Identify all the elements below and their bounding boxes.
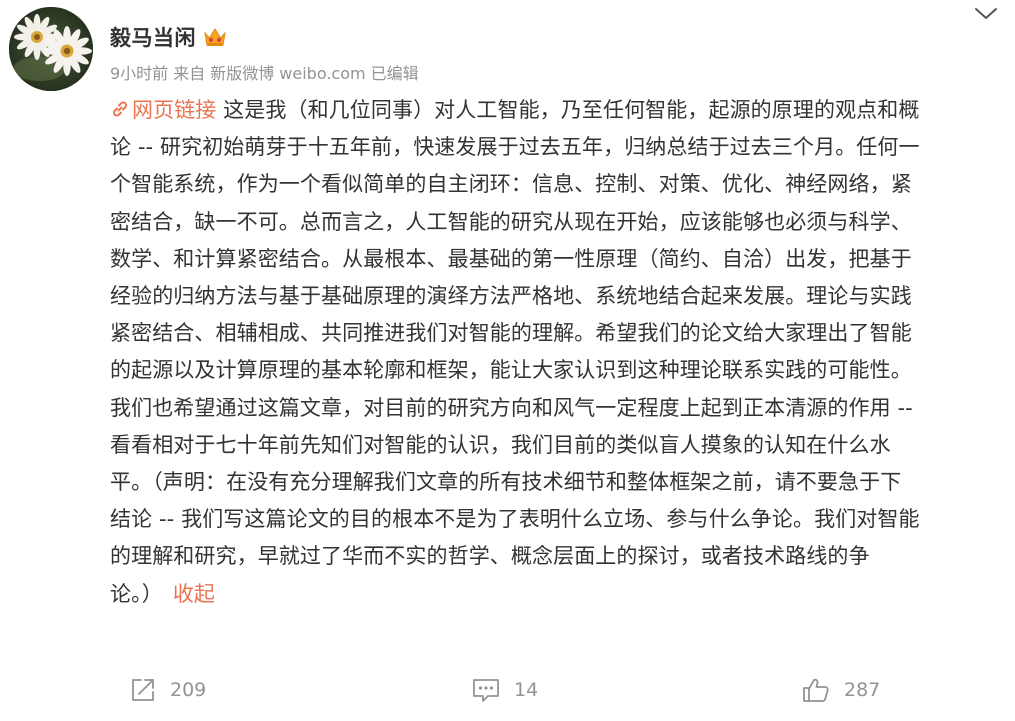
- web-link[interactable]: 网页链接: [110, 98, 216, 122]
- thumbs-up-icon: [803, 678, 829, 702]
- content-line: 结论 -- 我们写这篇论文的目的根本不是为了表明什么立场、参与什么争论。我们对智…: [110, 507, 920, 532]
- like-count: 287: [844, 679, 881, 701]
- content-line: 经验的归纳方法与基于基础原理的演绎方法严格地、系统地结合起来发展。理论与实践: [110, 284, 912, 309]
- repost-icon: [132, 679, 154, 701]
- weibo-post-card: 毅马当闲 9小时前 来自 新版微博 weibo.com 已编辑 网页链接 这是我…: [0, 0, 1015, 721]
- chevron-down-icon[interactable]: [972, 4, 1000, 24]
- username[interactable]: 毅马当闲: [110, 22, 196, 52]
- content-line: 数学、和计算紧密结合。从最根本、最基础的第一性原理（简约、自洽）出发，把基于: [110, 246, 912, 271]
- content-line: 看看相对于七十年前先知们对智能的认识，我们目前的类似盲人摸象的认知在什么水: [110, 432, 891, 457]
- link-icon: [112, 101, 128, 117]
- collapse-link[interactable]: 收起: [173, 582, 215, 606]
- repost-button[interactable]: 209: [130, 672, 206, 708]
- content-line: 论 -- 研究初始萌芽于十五年前，快速发展于过去五年，归纳总结于过去三个月。任何…: [110, 135, 920, 160]
- avatar-flower-image: [9, 7, 93, 91]
- content-line: 网页链接 这是我（和几位同事）对人工智能，乃至任何智能，起源的原理的观点和概: [110, 92, 1000, 129]
- from-label: 来自: [173, 64, 206, 83]
- avatar[interactable]: [9, 7, 93, 91]
- post-content: 网页链接 这是我（和几位同事）对人工智能，乃至任何智能，起源的原理的观点和概 论…: [110, 92, 1000, 613]
- post-source[interactable]: 新版微博 weibo.com: [210, 60, 365, 84]
- post-meta: 9小时前 来自 新版微博 weibo.com 已编辑: [110, 60, 424, 84]
- edited-label: 已编辑: [370, 64, 419, 83]
- name-row: 毅马当闲: [110, 22, 424, 52]
- web-link-label: 网页链接: [132, 98, 217, 122]
- comment-icon: [473, 679, 499, 702]
- content-line: 的理解和研究，早就过了华而不实的哲学、概念层面上的探讨，或者技术路线的争: [110, 544, 870, 569]
- content-line: 密结合，缺一不可。总而言之，人工智能的研究从现在开始，应该能够也必须与科学、: [110, 209, 912, 234]
- content-line: 论。） 收起: [110, 576, 1000, 613]
- post-time[interactable]: 9小时前: [110, 60, 168, 84]
- comment-count: 14: [514, 679, 539, 701]
- content-text: 这是我（和几位同事）对人工智能，乃至任何智能，起源的原理的观点和概: [223, 98, 920, 122]
- content-line: 个智能系统，作为一个看似简单的自主闭环：信息、控制、对策、优化、神经网络，紧: [110, 172, 912, 197]
- content-line: 紧密结合、相辅相成、共同推进我们对智能的理解。希望我们的论文给大家理出了智能: [110, 321, 912, 346]
- repost-count: 209: [170, 679, 207, 701]
- content-line: 我们也希望通过这篇文章，对目前的研究方向和风气一定程度上起到正本清源的作用 --: [110, 395, 913, 420]
- crown-vip-icon[interactable]: [202, 26, 228, 48]
- like-button[interactable]: 287: [802, 672, 880, 708]
- content-line: 平。（声明：在没有充分理解我们文章的所有技术细节和整体框架之前，请不要急于下: [110, 470, 902, 495]
- post-actions: 209 14 287: [0, 672, 1015, 712]
- content-line: 的起源以及计算原理的基本轮廓和框架，能让大家认识到这种理论联系实践的可能性。: [110, 358, 912, 383]
- comment-button[interactable]: 14: [472, 672, 538, 708]
- content-text: 论。）: [110, 581, 163, 606]
- post-header: 毅马当闲 9小时前 来自 新版微博 weibo.com 已编辑: [110, 22, 424, 84]
